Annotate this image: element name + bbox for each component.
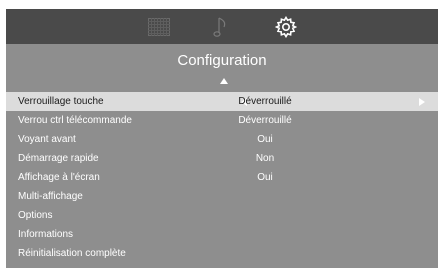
category-tab-bar bbox=[6, 9, 438, 44]
menu-item-label: Informations bbox=[18, 229, 74, 240]
arrow-right-icon[interactable] bbox=[419, 98, 425, 106]
menu-item-osd[interactable]: Affichage à l'écran Oui bbox=[6, 168, 438, 187]
scroll-up-arrow-icon[interactable] bbox=[220, 78, 228, 84]
tab-sound[interactable] bbox=[199, 9, 243, 44]
settings-menu: Verrouillage touche Déverrouillé Verrou … bbox=[6, 92, 438, 263]
menu-item-label: Affichage à l'écran bbox=[18, 172, 100, 183]
menu-item-label: Démarrage rapide bbox=[18, 153, 99, 164]
page-title: Configuration bbox=[177, 52, 267, 69]
gear-icon bbox=[275, 15, 297, 38]
menu-item-front-led[interactable]: Voyant avant Oui bbox=[6, 130, 438, 149]
menu-item-label: Multi-affichage bbox=[18, 191, 83, 202]
menu-item-multi-display[interactable]: Multi-affichage bbox=[6, 187, 438, 206]
menu-item-value: Déverrouillé bbox=[238, 96, 292, 107]
menu-item-label: Verrouillage touche bbox=[18, 96, 104, 107]
menu-item-information[interactable]: Informations bbox=[6, 225, 438, 244]
settings-screen: Configuration Verrouillage touche Déverr… bbox=[6, 9, 438, 268]
menu-item-value: Oui bbox=[257, 134, 273, 145]
menu-item-label: Options bbox=[18, 210, 53, 221]
menu-item-options[interactable]: Options bbox=[6, 206, 438, 225]
menu-item-value: Oui bbox=[257, 172, 273, 183]
menu-item-label: Verrou ctrl télécommande bbox=[18, 115, 132, 126]
menu-item-label: Réinitialisation complète bbox=[18, 248, 126, 259]
menu-item-remote-lock[interactable]: Verrou ctrl télécommande Déverrouillé bbox=[6, 111, 438, 130]
menu-item-quick-start[interactable]: Démarrage rapide Non bbox=[6, 149, 438, 168]
tab-setup[interactable] bbox=[264, 9, 308, 44]
menu-item-factory-reset[interactable]: Réinitialisation complète bbox=[6, 244, 438, 263]
picture-grid-icon bbox=[148, 17, 170, 36]
menu-item-value: Non bbox=[255, 153, 275, 164]
menu-item-value: Déverrouillé bbox=[238, 115, 292, 126]
tab-picture[interactable] bbox=[137, 9, 181, 44]
menu-item-label: Voyant avant bbox=[18, 134, 76, 145]
menu-item-key-lock[interactable]: Verrouillage touche Déverrouillé bbox=[6, 92, 438, 111]
music-note-icon bbox=[213, 16, 226, 37]
